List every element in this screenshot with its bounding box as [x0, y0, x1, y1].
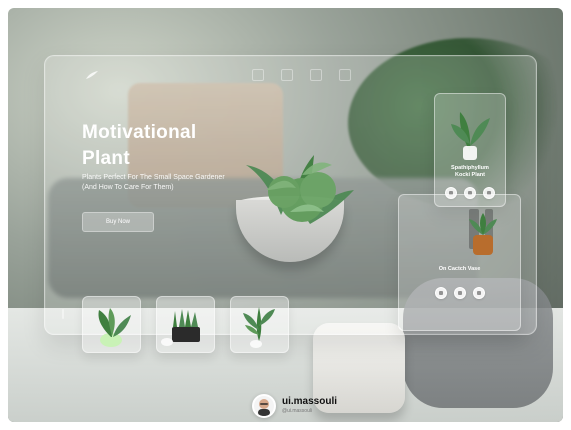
- pinterest-icon[interactable]: [310, 69, 322, 81]
- product-card-2-name-line1: On Cactch Vase: [438, 266, 481, 272]
- plant-thumbnail-3[interactable]: [230, 296, 289, 353]
- product-card-1-image: [451, 112, 490, 160]
- author-name: ui.massouli: [282, 396, 338, 407]
- product-card-1[interactable]: Spathiphyllum Kocki Plant: [434, 93, 506, 207]
- facebook-icon[interactable]: [252, 69, 264, 81]
- product-card-2[interactable]: On Cactch Vase: [398, 194, 521, 331]
- instagram-icon[interactable]: [339, 69, 351, 81]
- twitter-icon[interactable]: [281, 69, 293, 81]
- buy-now-button[interactable]: Buy Now: [82, 212, 154, 232]
- author-text: ui.massouli @ui.massouli: [282, 397, 337, 415]
- author-handle: @ui.massouli: [282, 408, 313, 414]
- buy-now-label: Buy Now: [105, 219, 130, 225]
- product-card-1-name: Spathiphyllum Kocki Plant: [435, 165, 505, 179]
- plant-thumbnail-2-image: [161, 309, 200, 346]
- social-links: [252, 69, 351, 81]
- share-icon[interactable]: [434, 287, 447, 299]
- avatar: [252, 394, 276, 418]
- heart-icon[interactable]: [453, 287, 466, 299]
- leaf-logo-icon[interactable]: [85, 70, 98, 80]
- succulent-plant-image: [246, 155, 354, 224]
- author-credit: ui.massouli @ui.massouli: [252, 394, 337, 418]
- product-card-2-actions: [399, 287, 520, 299]
- plant-thumbnail-1-image: [98, 308, 131, 347]
- scroll-indicator: [62, 309, 64, 319]
- product-card-1-name-line1: Spathiphyllum: [451, 165, 489, 171]
- avatar-image: [258, 399, 270, 416]
- plant-thumbnail-2[interactable]: [156, 296, 215, 353]
- plant-thumbnail-1[interactable]: [82, 296, 141, 353]
- plant-thumbnail-3-image: [243, 307, 275, 348]
- product-card-1-name-line2: Kocki Plant: [455, 172, 485, 178]
- hero-subtitle: Plants Perfect For The Small Space Garde…: [82, 174, 225, 191]
- product-card-2-name: On Cactch Vase: [399, 266, 520, 273]
- cart-icon[interactable]: [472, 287, 485, 299]
